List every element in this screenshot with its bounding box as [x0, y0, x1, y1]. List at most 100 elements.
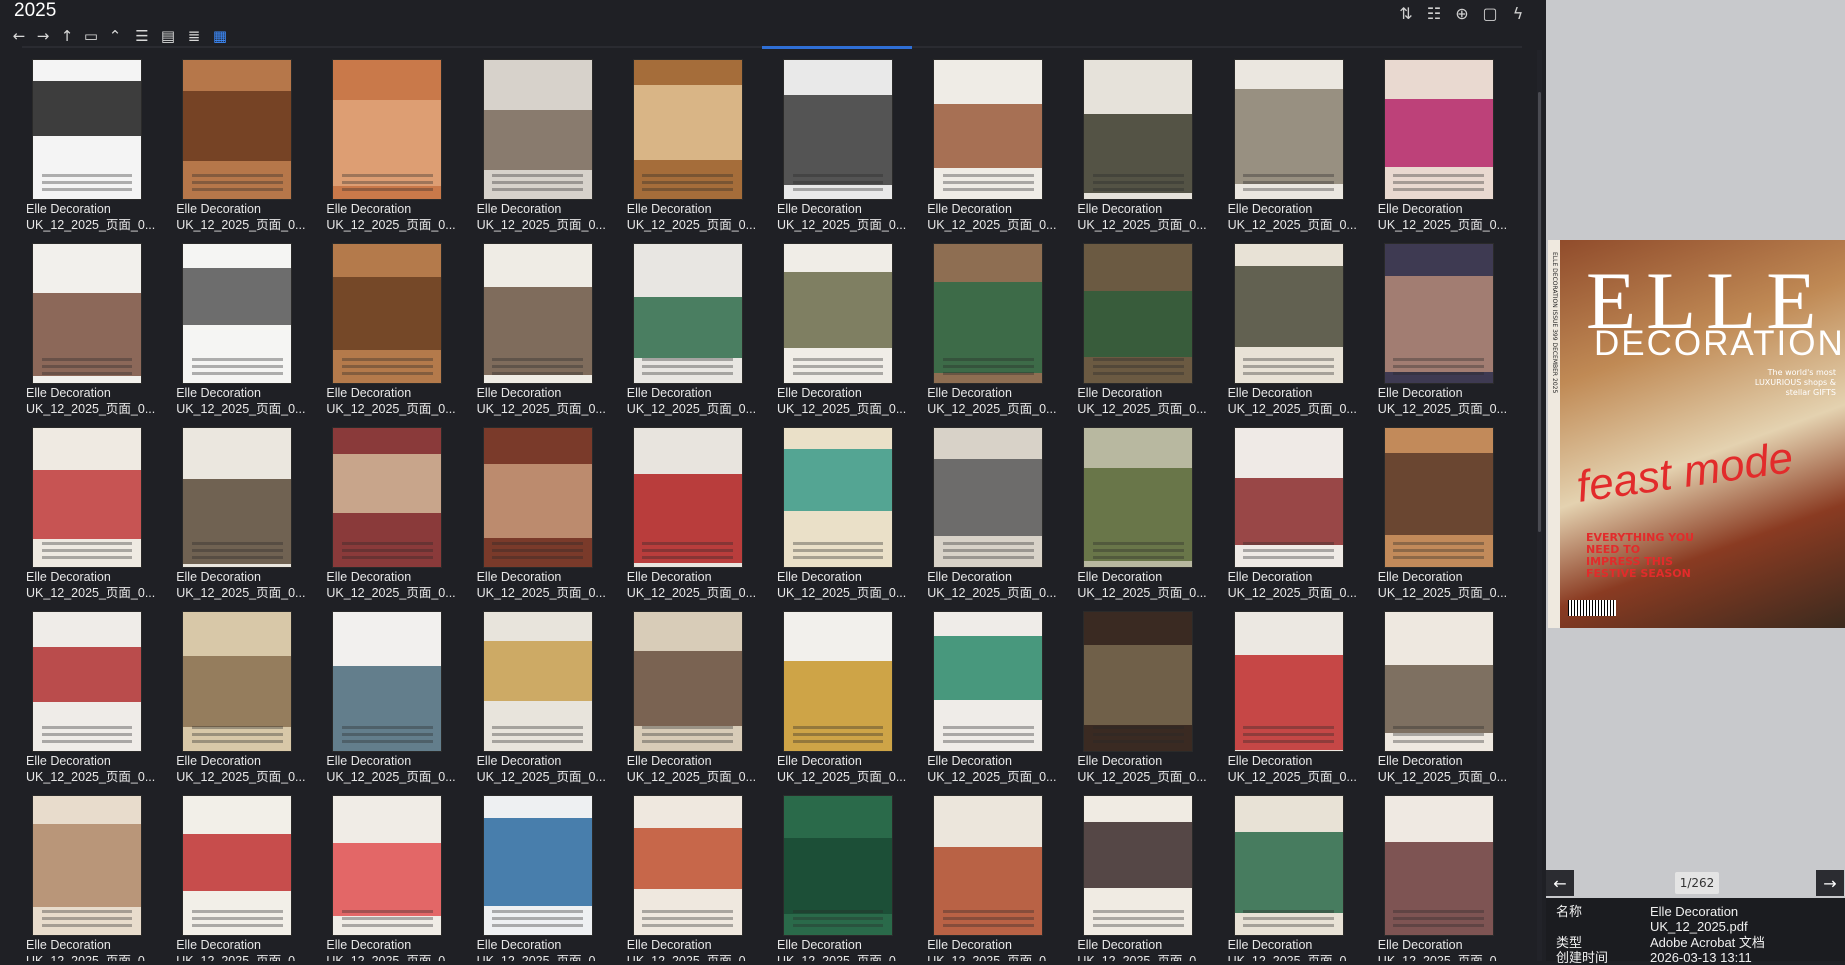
back-button[interactable]: ←: [8, 25, 30, 47]
thumbnail-tile[interactable]: Elle Decoration UK_12_2025_页面_0...: [477, 607, 617, 784]
thumbnail-tile[interactable]: Elle Decoration UK_12_2025_页面_0...: [927, 791, 1067, 961]
thumbnail-tile[interactable]: Elle Decoration UK_12_2025_页面_0...: [477, 423, 617, 600]
thumbnail-tile[interactable]: Elle Decoration UK_12_2025_页面_0...: [927, 423, 1067, 600]
thumbnail-tile[interactable]: Elle Decoration UK_12_2025_页面_0...: [176, 607, 316, 784]
thumbnail-tile[interactable]: Elle Decoration UK_12_2025_页面_0...: [1228, 423, 1368, 600]
thumbnail-tile[interactable]: Elle Decoration UK_12_2025_页面_0...: [777, 239, 917, 416]
page-thumbnail: [934, 612, 1043, 751]
thumbnail-text-line: [492, 187, 583, 191]
thumbnail-text-line: [1093, 909, 1184, 913]
list-view-button[interactable]: ☰: [130, 25, 154, 47]
add-button[interactable]: ⊕: [1448, 2, 1476, 24]
grid-view-button[interactable]: ▦: [208, 25, 232, 47]
thumbnail-title: Elle Decoration: [176, 938, 261, 952]
cover-headline: feast mode: [1573, 433, 1796, 512]
thumbnail-tile[interactable]: Elle Decoration UK_12_2025_页面_0...: [476, 55, 617, 232]
thumbnail-tile[interactable]: Elle Decoration UK_12_2025_页面_0...: [927, 607, 1067, 784]
thumbnail-tile[interactable]: Elle Decoration UK_12_2025_页面_0...: [176, 423, 316, 600]
thumbnail-tile[interactable]: Elle Decoration UK_12_2025_页面_0...: [1378, 239, 1518, 416]
thumbnail-tile[interactable]: Elle Decoration UK_12_2025_页面_0...: [326, 607, 466, 784]
thumbnail-tile[interactable]: Elle Decoration UK_12_2025_页面_0...: [176, 791, 316, 961]
list-view-icon: ☰: [135, 27, 149, 45]
thumbnail-tile[interactable]: Elle Decoration UK_12_2025_页面_0...: [1077, 239, 1217, 416]
thumbnail-tile[interactable]: Elle Decoration UK_12_2025_页面_0...: [777, 423, 917, 600]
thumbnail-filename: UK_12_2025_页面_0...: [626, 954, 757, 961]
thumbnail-tile[interactable]: Elle Decoration UK_12_2025_页面_0...: [627, 423, 767, 600]
thumbnail-tile[interactable]: Elle Decoration UK_12_2025_页面_0...: [627, 239, 767, 416]
page-thumbnail: [633, 612, 742, 751]
thumbnail-text-line: [642, 555, 734, 559]
thumbnail-tile[interactable]: Elle Decoration UK_12_2025_页面_0...: [1077, 55, 1217, 232]
tree-view-button[interactable]: ≣: [182, 25, 206, 47]
thumbnail-tile[interactable]: Elle Decoration UK_12_2025_页面_0...: [326, 791, 466, 961]
thumbnail-tile[interactable]: Elle Decoration UK_12_2025_页面_0...: [26, 423, 166, 600]
page-thumbnail: [1384, 612, 1493, 751]
thumbnail-tile[interactable]: Elle Decoration UK_12_2025_页面_0...: [927, 55, 1067, 232]
thumbnail-tile[interactable]: Elle Decoration UK_12_2025_页面_0...: [1077, 423, 1217, 600]
thumbnail-tile[interactable]: Elle Decoration UK_12_2025_页面_0...: [477, 239, 617, 416]
thumbnail-title: Elle Decoration: [476, 202, 562, 216]
page-thumbnail: [1384, 796, 1493, 935]
thumbnail-tile[interactable]: Elle Decoration UK_12_2025_页面_0...: [326, 239, 466, 416]
thumbnail-tile[interactable]: Elle Decoration UK_12_2025_页面_0...: [26, 55, 166, 232]
thumbnail-title: Elle Decoration: [1077, 202, 1163, 216]
thumbnail-text-line: [342, 555, 433, 559]
thumbnail-text-line: [642, 371, 734, 375]
page-thumbnail: [33, 612, 141, 751]
thumbnail-title: Elle Decoration: [1227, 754, 1313, 768]
thumbnail-text-line: [41, 173, 133, 177]
thumbnail-tile[interactable]: Elle Decoration UK_12_2025_页面_0...: [627, 791, 767, 961]
thumbnail-tile[interactable]: Elle Decoration UK_12_2025_页面_0...: [26, 791, 166, 961]
next-page-button[interactable]: →: [1816, 870, 1844, 896]
thumbnail-tile[interactable]: Elle Decoration UK_12_2025_页面_0...: [326, 423, 466, 600]
thumbnail-tile[interactable]: Elle Decoration UK_12_2025_页面_0...: [1378, 55, 1518, 232]
thumbnail-tile[interactable]: Elle Decoration UK_12_2025_页面_0...: [26, 607, 166, 784]
thumbnail-tile[interactable]: Elle Decoration UK_12_2025_页面_0...: [777, 791, 917, 961]
thumbnail-tile[interactable]: Elle Decoration UK_12_2025_页面_0...: [627, 55, 767, 232]
nav-bar: ← → ↑ ▭ ⌃ ☰ ▤ ≣ ▦: [8, 24, 232, 48]
scrollbar-thumb[interactable]: [1538, 92, 1541, 532]
thumbnail-text-line: [41, 923, 133, 927]
up-button[interactable]: ↑: [56, 25, 78, 47]
sort-button[interactable]: ⇅: [1392, 2, 1420, 24]
arrow-up-icon: ↑: [60, 27, 74, 45]
cover-spine-text: ELLE DECORATION ISSUE 399 DECEMBER 2025: [1551, 252, 1558, 394]
thumbnail-text-line: [792, 364, 884, 368]
thumbnail-tile[interactable]: Elle Decoration UK_12_2025_页面_0...: [1378, 791, 1518, 961]
thumbnail-tile[interactable]: Elle Decoration UK_12_2025_页面_0...: [777, 607, 917, 784]
page-thumbnail: [934, 796, 1043, 935]
thumbnail-tile[interactable]: Elle Decoration UK_12_2025_页面_0...: [176, 239, 316, 416]
thumbnail-tile[interactable]: Elle Decoration UK_12_2025_页面_0...: [176, 55, 316, 232]
thumbnail-grid[interactable]: Elle Decoration UK_12_2025_页面_0... Elle De…: [0, 50, 1535, 961]
thumbnail-tile[interactable]: Elle Decoration UK_12_2025_页面_0...: [1378, 423, 1518, 600]
thumbnail-tile[interactable]: Elle Decoration UK_12_2025_页面_0...: [777, 55, 917, 232]
thumbnail-tile[interactable]: Elle Decoration UK_12_2025_页面_0...: [326, 55, 466, 232]
thumbnail-tile[interactable]: Elle Decoration UK_12_2025_页面_0...: [1228, 791, 1368, 961]
clipboard-button[interactable]: ▢: [1476, 2, 1504, 24]
thumbnail-filename: UK_12_2025_页面_0...: [176, 586, 306, 600]
thumbnail-tile[interactable]: Elle Decoration UK_12_2025_页面_0...: [1228, 55, 1368, 232]
thumbnail-tile[interactable]: Elle Decoration UK_12_2025_页面_0...: [927, 239, 1067, 416]
thumbnail-text-line: [492, 371, 583, 375]
thumbnail-text-line: [191, 541, 283, 545]
thumbnail-filename: UK_12_2025_页面_0...: [1077, 218, 1207, 232]
thumbnail-text-line: [642, 548, 734, 552]
quick-action-button[interactable]: ϟ: [1504, 2, 1532, 24]
thumbnail-tile[interactable]: Elle Decoration UK_12_2025_页面_0...: [1077, 607, 1217, 784]
thumbnail-tile[interactable]: Elle Decoration UK_12_2025_页面_0...: [1378, 607, 1518, 784]
thumbnail-tile[interactable]: Elle Decoration UK_12_2025_页面_0...: [477, 791, 617, 961]
thumbnail-title: Elle Decoration: [927, 938, 1012, 952]
prev-page-button[interactable]: ←: [1546, 870, 1574, 896]
filter-button[interactable]: ☷: [1420, 2, 1448, 24]
page-thumbnail: [1384, 60, 1493, 199]
thumbnail-tile[interactable]: Elle Decoration UK_12_2025_页面_0...: [1077, 791, 1217, 961]
forward-button[interactable]: →: [32, 25, 54, 47]
folder-button[interactable]: ▭: [80, 25, 102, 47]
thumbnail-tile[interactable]: Elle Decoration UK_12_2025_页面_0...: [627, 607, 767, 784]
detail-view-button[interactable]: ▤: [156, 25, 180, 47]
thumbnail-tile[interactable]: Elle Decoration UK_12_2025_页面_0...: [26, 239, 166, 416]
thumbnail-tile[interactable]: Elle Decoration UK_12_2025_页面_0...: [1227, 607, 1368, 784]
expand-button[interactable]: ⌃: [104, 25, 126, 47]
page-thumbnail: [784, 612, 892, 751]
thumbnail-tile[interactable]: Elle Decoration UK_12_2025_页面_0...: [1228, 239, 1368, 416]
